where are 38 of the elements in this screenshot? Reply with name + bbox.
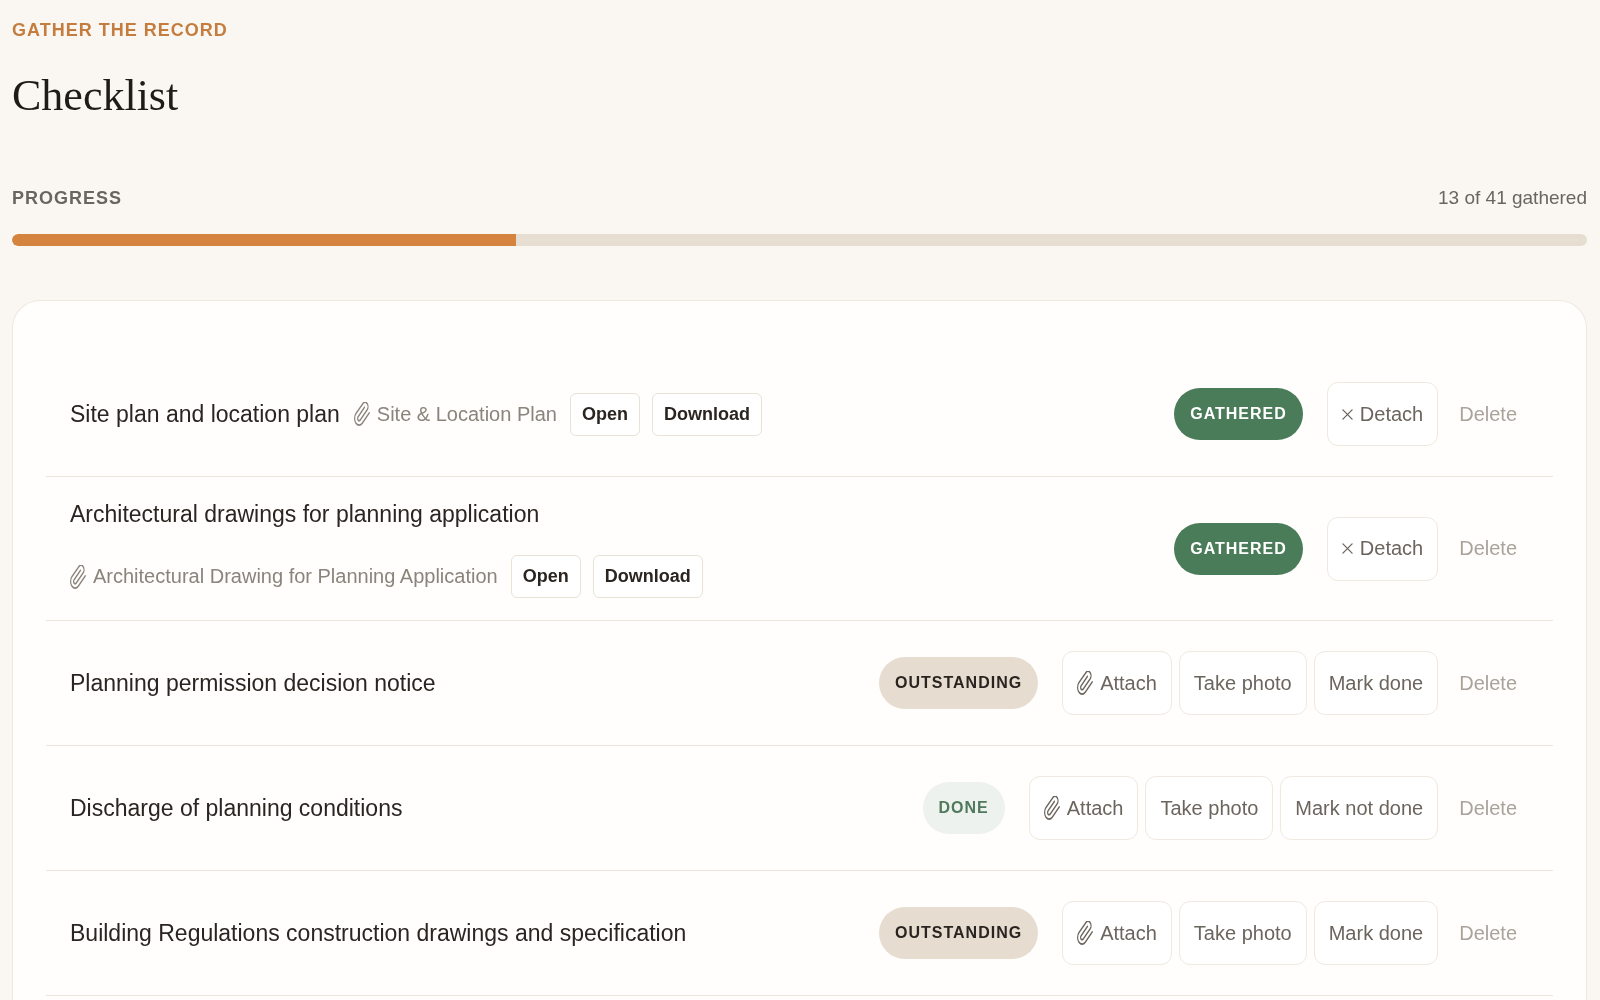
paperclip-icon — [1043, 796, 1060, 820]
progress-label: PROGRESS — [12, 187, 123, 209]
paperclip-icon — [70, 564, 86, 589]
status-badge: OUTSTANDING — [879, 657, 1039, 709]
file-button[interactable]: Download — [592, 555, 703, 598]
status-badge: DONE — [922, 782, 1005, 834]
attach-button[interactable]: Attach — [1062, 901, 1172, 965]
mark-status-button[interactable]: Mark not done — [1280, 776, 1439, 840]
mark-status-button[interactable]: Mark done — [1313, 901, 1439, 965]
status-badge: GATHERED — [1174, 522, 1303, 575]
eyebrow-label: GATHER THE RECORD — [12, 19, 228, 42]
take-photo-button[interactable]: Take photo — [1178, 651, 1307, 715]
attach-button[interactable]: Attach — [1062, 651, 1172, 715]
take-photo-button[interactable]: Take photo — [1145, 776, 1274, 840]
file-button[interactable]: Open — [510, 555, 581, 598]
cross-icon — [1341, 543, 1353, 554]
item-title: Site plan and location plan — [70, 400, 340, 429]
item-title: Discharge of planning conditions — [70, 794, 403, 823]
status-badge: GATHERED — [1174, 388, 1303, 440]
detach-button[interactable]: Detach — [1326, 516, 1439, 581]
detach-button[interactable]: Detach — [1326, 382, 1439, 446]
file-button[interactable]: Download — [651, 392, 762, 436]
paperclip-icon — [353, 402, 370, 426]
paperclip-icon — [1077, 671, 1094, 695]
cross-icon — [1341, 408, 1353, 420]
progress-count: 13 of 41 gathered — [1438, 187, 1587, 209]
take-photo-button[interactable]: Take photo — [1178, 901, 1307, 965]
attach-button[interactable]: Attach — [1028, 776, 1139, 840]
attachment-name: Architectural Drawing for Planning Application — [93, 565, 498, 588]
attachment-name: Site & Location Plan — [376, 402, 557, 426]
mark-status-button[interactable]: Mark done — [1313, 651, 1439, 715]
status-badge: OUTSTANDING — [879, 907, 1039, 959]
item-title: Building Regulations construction drawings and specification — [70, 919, 687, 948]
item-title: Architectural drawings for planning application — [70, 500, 540, 529]
file-button[interactable]: Open — [569, 392, 640, 436]
paperclip-icon — [1077, 921, 1094, 945]
item-title: Planning permission decision notice — [70, 669, 436, 698]
page-title: Checklist — [12, 70, 179, 122]
